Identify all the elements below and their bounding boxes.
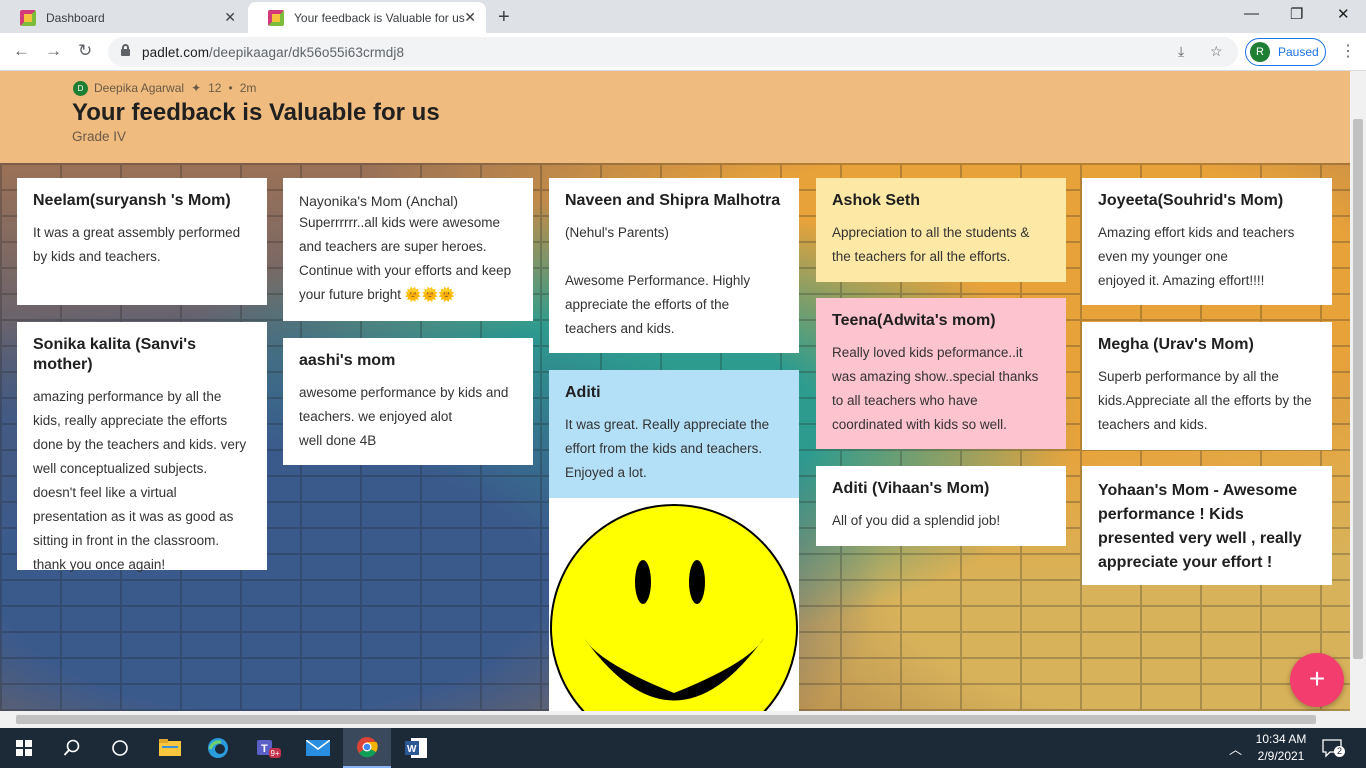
post-title: Neelam(suryansh 's Mom) [33, 192, 231, 209]
reload-icon[interactable]: ↻ [78, 41, 92, 61]
avatar: D [73, 81, 88, 96]
post-card[interactable]: Aditi It was great. Really appreciate th… [549, 370, 799, 498]
post-body: Appreciation to all the students & the t… [832, 225, 1030, 264]
tab-title: Your feedback is Valuable for us [294, 10, 465, 25]
post-title: Naveen and Shipra Malhotra [565, 192, 781, 209]
bookmark-star-icon[interactable]: ☆ [1210, 43, 1223, 60]
post-card[interactable]: Megha (Urav's Mom) Superb performance by… [1082, 322, 1332, 450]
minimize-icon[interactable]: — [1244, 5, 1259, 22]
post-body: It was great. Really appreciate the effo… [565, 417, 770, 480]
padlet-favicon-icon [268, 9, 284, 26]
post-card[interactable]: Teena(Adwita's mom) Really loved kids pe… [816, 298, 1066, 449]
install-app-icon[interactable]: ⤓ [1178, 43, 1184, 60]
post-card[interactable]: Joyeeta(Souhrid's Mom) Amazing effort ki… [1082, 178, 1332, 305]
post-body: It was a great assembly performed by kid… [33, 225, 241, 264]
post-body: All of you did a splendid job! [832, 513, 1001, 528]
forward-icon[interactable]: → [45, 41, 62, 61]
post-title: Aditi (Vihaan's Mom) [832, 480, 990, 497]
author-line: Deepika Agarwal ✦ 12 • 2m [94, 81, 257, 95]
system-clock[interactable]: 10:34 AM 2/9/2021 [1250, 731, 1312, 765]
search-icon[interactable] [48, 728, 96, 768]
post-age: 2m [239, 81, 257, 95]
post-title: Yohaan's Mom - Awesome performance ! Kid… [1098, 482, 1302, 571]
avatar: R [1250, 42, 1270, 62]
clock-date: 2/9/2021 [1257, 749, 1305, 763]
tab-feedback[interactable]: Your feedback is Valuable for us ✕ [248, 2, 486, 33]
post-title: Nayonika's Mom (Anchal) [299, 193, 459, 209]
scroll-thumb[interactable] [16, 715, 1316, 724]
like-count: 12 [208, 81, 222, 95]
tab-title: Dashboard [46, 10, 105, 25]
post-card[interactable]: Neelam(suryansh 's Mom) It was a great a… [17, 178, 267, 305]
task-view-icon[interactable] [96, 728, 144, 768]
post-card[interactable]: Nayonika's Mom (Anchal) Superrrrrr..all … [283, 178, 533, 321]
post-body: Really loved kids peformance..it was ama… [832, 345, 1039, 432]
post-body: (Nehul's Parents) Awesome Performance. H… [565, 225, 751, 336]
author-name[interactable]: Deepika Agarwal [94, 81, 184, 95]
window-close-icon[interactable]: ✕ [1337, 5, 1350, 23]
post-card[interactable]: Ashok Seth Appreciation to all the stude… [816, 178, 1066, 282]
add-post-button[interactable]: + [1290, 653, 1344, 707]
post-body: Superrrrrr..all kids were awesome and te… [299, 215, 512, 302]
post-card[interactable]: Sonika kalita (Sanvi's mother) amazing p… [17, 322, 267, 572]
post-title: Aditi [565, 384, 601, 401]
padlet-favicon-icon [20, 9, 36, 26]
post-card[interactable]: aashi's mom awesome performance by kids … [283, 338, 533, 465]
clock-time: 10:34 AM [1255, 732, 1307, 746]
show-hidden-icons-chevron-icon[interactable]: ︿ [1229, 739, 1242, 758]
post-title: Megha (Urav's Mom) [1098, 336, 1254, 353]
menu-icon[interactable]: ⋮ [1340, 41, 1356, 61]
vertical-scrollbar[interactable] [1350, 71, 1366, 711]
post-title: Teena(Adwita's mom) [832, 312, 996, 329]
lock-icon [121, 44, 130, 56]
post-title: Ashok Seth [832, 192, 921, 209]
new-tab-icon[interactable]: + [498, 6, 510, 29]
smiley-image[interactable] [549, 498, 799, 711]
padlet-board: D Deepika Agarwal ✦ 12 • 2m Your feedback is… [0, 71, 1350, 711]
post-card[interactable]: Yohaan's Mom - Awesome performance ! Kid… [1082, 466, 1332, 585]
page-subtitle: Grade IV [72, 129, 127, 144]
post-title: Joyeeta(Souhrid's Mom) [1098, 192, 1284, 209]
address-bar[interactable]: padlet.com/deepikaagar/dk56o55i63crmdj8 … [108, 37, 1238, 67]
post-body: Superb performance by all the kids.Appre… [1098, 369, 1312, 432]
browser-toolbar: ← → ↻ padlet.com/deepikaagar/dk56o55i63c… [0, 33, 1366, 71]
teams-icon[interactable]: T 9+ [244, 728, 292, 768]
close-icon[interactable]: ✕ [464, 9, 476, 26]
svg-text:T: T [261, 743, 268, 755]
windows-taskbar: T 9+ W ︿ 10:34 AM 2/9/2021 2 [0, 728, 1366, 768]
word-icon[interactable]: W [392, 728, 440, 768]
post-body: amazing performance by all the kids, rea… [33, 389, 247, 572]
post-title: aashi's mom [299, 352, 396, 369]
profile-status: Paused [1278, 45, 1319, 59]
scroll-thumb[interactable] [1353, 119, 1363, 659]
padlet-header: D Deepika Agarwal ✦ 12 • 2m Your feedback is… [0, 71, 1350, 163]
notification-count: 2 [1334, 746, 1345, 757]
post-body: awesome performance by kids and teachers… [299, 385, 509, 448]
chrome-icon[interactable] [343, 728, 391, 768]
mail-icon[interactable] [294, 728, 342, 768]
profile-button[interactable]: R Paused [1245, 38, 1326, 66]
svg-text:W: W [407, 744, 417, 755]
page-title: Your feedback is Valuable for us [72, 99, 440, 126]
post-body: Amazing effort kids and teachers even my… [1098, 225, 1295, 288]
file-explorer-icon[interactable] [146, 728, 194, 768]
edge-icon[interactable] [194, 728, 242, 768]
url-text: padlet.com/deepikaagar/dk56o55i63crmdj8 [142, 45, 405, 60]
teams-badge: 9+ [271, 749, 280, 758]
close-icon[interactable]: ✕ [224, 9, 236, 26]
windows-start-icon[interactable] [0, 728, 48, 768]
tab-dashboard[interactable]: Dashboard ✕ [0, 2, 246, 33]
post-card[interactable]: Naveen and Shipra Malhotra (Nehul's Pare… [549, 178, 799, 353]
back-icon[interactable]: ← [13, 41, 30, 61]
tab-strip: Dashboard ✕ Your feedback is Valuable fo… [0, 0, 1366, 33]
horizontal-scrollbar[interactable] [0, 711, 1366, 728]
restore-icon[interactable]: ❐ [1290, 5, 1303, 23]
post-title: Sonika kalita (Sanvi's mother) [33, 336, 196, 373]
post-card[interactable]: Aditi (Vihaan's Mom) All of you did a sp… [816, 466, 1066, 546]
notification-icon[interactable]: 2 [1322, 738, 1345, 758]
